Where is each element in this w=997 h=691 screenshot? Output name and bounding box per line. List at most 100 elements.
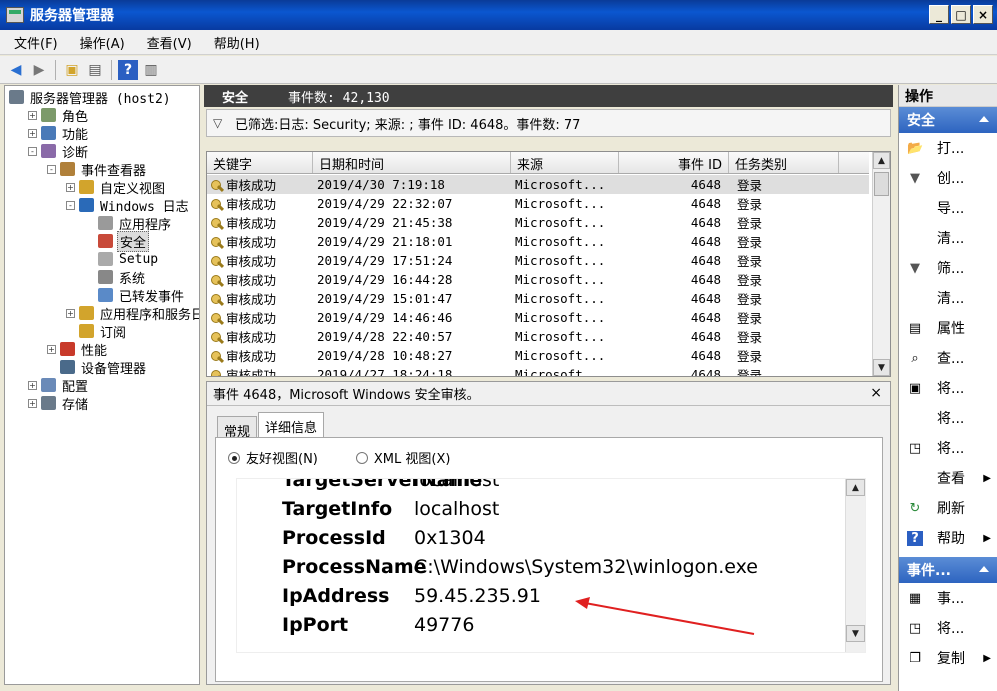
action-item[interactable]: ▣ 将...	[899, 373, 997, 403]
table-row[interactable]: 审核成功 2019/4/29 21:18:01 Microsoft... 4648 登录	[207, 232, 869, 251]
tree-item[interactable]: + 角色	[28, 106, 90, 125]
action-item[interactable]: 清...	[899, 283, 997, 313]
tree-item[interactable]: + 功能	[28, 124, 90, 143]
action-item[interactable]: 查看 ▶	[899, 463, 997, 493]
maximize-button[interactable]: □	[951, 5, 971, 24]
tree-item[interactable]: 设备管理器	[47, 358, 148, 377]
help-icon[interactable]: ?	[118, 59, 138, 80]
table-row[interactable]: 审核成功 2019/4/29 14:46:46 Microsoft... 4648 登录	[207, 308, 869, 327]
action-item[interactable]: ◳ 将...	[899, 433, 997, 463]
column-source[interactable]: 来源	[511, 152, 619, 173]
xml-view-radio[interactable]: XML 视图(X)	[355, 448, 450, 467]
action-item[interactable]: ▦ 事...	[899, 583, 997, 613]
tree-item[interactable]: 安全	[85, 230, 150, 252]
action-item[interactable]: 清...	[899, 223, 997, 253]
forward-arrow-icon[interactable]: ▶	[29, 60, 49, 80]
collapse-icon[interactable]: -	[47, 164, 56, 174]
tree-item[interactable]: + 应用程序和服务日	[66, 304, 199, 323]
navigation-tree: 服务器管理器 (host2) + 角色 + 功能 - 诊断 - 事件查看器 + 自定义视图 - Wind…	[4, 85, 200, 685]
action-item[interactable]: ▤ 属性	[899, 313, 997, 343]
action-item[interactable]: 将...	[899, 403, 997, 433]
tree-item[interactable]: 订阅	[66, 322, 128, 341]
actions-section-event[interactable]: 事件...	[899, 557, 997, 583]
tree-item[interactable]: - 事件查看器	[47, 160, 148, 179]
collapse-icon[interactable]: -	[28, 146, 37, 156]
table-cell: 登录	[737, 197, 763, 212]
tree-node-icon	[60, 360, 75, 374]
column-task-category[interactable]: 任务类别	[729, 152, 839, 173]
menu-action[interactable]: 操作(A)	[66, 33, 133, 52]
column-event-id[interactable]: 事件 ID	[619, 152, 729, 173]
scroll-thumb[interactable]	[874, 172, 889, 196]
table-row[interactable]: 审核成功 2019/4/28 10:48:27 Microsoft... 4648 登录	[207, 346, 869, 365]
table-cell: Microsoft...	[515, 367, 606, 377]
tab-general[interactable]: 常规	[217, 416, 258, 440]
expand-icon[interactable]: +	[28, 398, 37, 408]
friendly-view-radio[interactable]: 友好视图(N)	[228, 448, 318, 467]
grid-scrollbar[interactable]: ▲ ▼	[872, 152, 890, 376]
scroll-up-button[interactable]: ▲	[846, 479, 865, 496]
table-row[interactable]: 审核成功 2019/4/30 7:19:18 Microsoft... 4648 登录	[207, 175, 869, 194]
tree-item[interactable]: + 性能	[47, 340, 109, 359]
tree-item[interactable]: 系统	[85, 268, 147, 287]
show-hide-tree-icon[interactable]: ▤	[85, 60, 105, 80]
minimize-button[interactable]: _	[929, 5, 949, 24]
expand-icon[interactable]: +	[66, 308, 75, 318]
tree-item[interactable]: 已转发事件	[85, 286, 186, 305]
back-arrow-icon[interactable]: ◀	[6, 60, 26, 80]
table-row[interactable]: 审核成功 2019/4/28 22:40:57 Microsoft... 4648 登录	[207, 327, 869, 346]
menu-view[interactable]: 查看(V)	[133, 33, 200, 52]
tree-item[interactable]: - Windows 日志	[66, 196, 191, 215]
scroll-up-button[interactable]: ▲	[873, 152, 890, 169]
actions-section-security[interactable]: 安全	[899, 107, 997, 133]
tree-item[interactable]: 服务器管理器 (host2)	[9, 88, 173, 107]
table-row[interactable]: 审核成功 2019/4/29 16:44:28 Microsoft... 4648 登录	[207, 270, 869, 289]
tree-item[interactable]: + 存储	[28, 394, 90, 413]
table-cell-wrap: Microsoft...	[511, 291, 619, 306]
tree-item-label: 存储	[62, 397, 89, 413]
action-label: 事...	[937, 591, 965, 607]
action-item[interactable]: ↻ 刷新	[899, 493, 997, 523]
expand-icon[interactable]: +	[28, 128, 37, 138]
tree-item[interactable]: + 自定义视图	[66, 178, 167, 197]
table-row[interactable]: 审核成功 2019/4/29 17:51:24 Microsoft... 4648 登录	[207, 251, 869, 270]
tree-item[interactable]: - 诊断	[28, 142, 90, 161]
scroll-down-button[interactable]: ▼	[873, 359, 890, 376]
scroll-down-button[interactable]: ▼	[846, 625, 865, 642]
action-item[interactable]: ◳ 将...	[899, 613, 997, 643]
show-action-pane-icon[interactable]: ▥	[141, 60, 161, 80]
expand-icon[interactable]: +	[28, 380, 37, 390]
close-icon[interactable]: ×	[870, 385, 882, 401]
detail-scrollbar[interactable]: ▲ ▼	[845, 479, 865, 652]
action-item[interactable]: 导...	[899, 193, 997, 223]
table-row[interactable]: 审核成功 2019/4/29 15:01:47 Microsoft... 4648 登录	[207, 289, 869, 308]
close-button[interactable]: ×	[973, 5, 993, 24]
action-item[interactable]: ❐ 复制 ▶	[899, 643, 997, 673]
action-item[interactable]: ▼ 创...	[899, 163, 997, 193]
table-cell-wrap: Microsoft...	[511, 272, 619, 287]
refresh-icon: ↻	[909, 500, 921, 516]
table-cell: Microsoft...	[515, 253, 606, 268]
table-row[interactable]: 审核成功 2019/4/29 21:45:38 Microsoft... 4648 登录	[207, 213, 869, 232]
action-item[interactable]: ? 帮助 ▶	[899, 523, 997, 553]
menu-help[interactable]: 帮助(H)	[200, 33, 268, 52]
table-row[interactable]: 审核成功 2019/4/27 18:24:18 Microsoft... 4648 登录	[207, 365, 869, 377]
column-datetime[interactable]: 日期和时间	[313, 152, 511, 173]
table-cell-wrap: 2019/4/28 10:48:27	[313, 348, 511, 363]
table-row[interactable]: 审核成功 2019/4/29 22:32:07 Microsoft... 4648 登录	[207, 194, 869, 213]
action-item[interactable]: 📂 打...	[899, 133, 997, 163]
action-item[interactable]: ⌕ 查...	[899, 343, 997, 373]
collapse-icon[interactable]: -	[66, 200, 75, 210]
table-cell: 审核成功	[226, 330, 277, 345]
up-folder-icon[interactable]: ▣	[62, 60, 82, 80]
tree-item[interactable]: Setup	[85, 250, 160, 268]
expand-icon[interactable]: +	[47, 344, 56, 354]
action-item[interactable]: ▼ 筛...	[899, 253, 997, 283]
column-keyword[interactable]: 关键字	[207, 152, 313, 173]
menu-file[interactable]: 文件(F)	[0, 33, 66, 52]
tree-item[interactable]: 应用程序	[85, 214, 173, 233]
tab-details[interactable]: 详细信息	[258, 412, 325, 438]
tree-item[interactable]: + 配置	[28, 376, 90, 395]
expand-icon[interactable]: +	[28, 110, 37, 120]
expand-icon[interactable]: +	[66, 182, 75, 192]
